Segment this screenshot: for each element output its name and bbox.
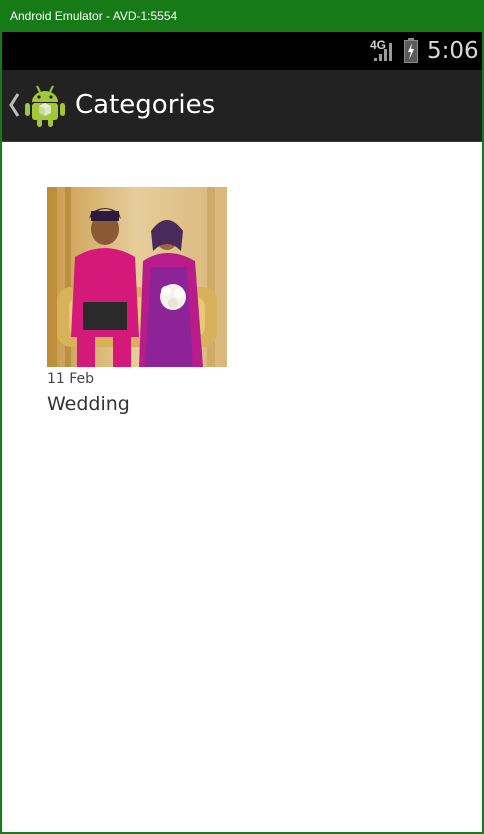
category-date: 11 Feb: [47, 371, 95, 387]
up-navigation-button[interactable]: [2, 70, 72, 141]
signal-icon: [374, 43, 392, 61]
status-clock: 5:06: [427, 38, 479, 64]
wedding-photo-image: [47, 187, 227, 367]
battery-charging-icon: [404, 38, 418, 63]
emulator-window: Android Emulator - AVD-1:5554 4G 5:06 Ca…: [0, 0, 484, 834]
android-app-icon: [25, 85, 65, 127]
category-title: Wedding: [47, 393, 130, 415]
action-bar-title: Categories: [75, 90, 216, 120]
back-chevron-icon: [9, 93, 20, 117]
categories-grid: 11 Feb Wedding: [2, 142, 482, 832]
category-item-wedding[interactable]: 11 Feb Wedding: [47, 187, 227, 417]
window-title-bar[interactable]: Android Emulator - AVD-1:5554: [0, 0, 484, 32]
window-title: Android Emulator - AVD-1:5554: [10, 9, 178, 23]
wedding-photo: [47, 187, 227, 367]
status-bar: 4G 5:06: [2, 32, 482, 70]
action-bar: Categories: [2, 70, 482, 142]
